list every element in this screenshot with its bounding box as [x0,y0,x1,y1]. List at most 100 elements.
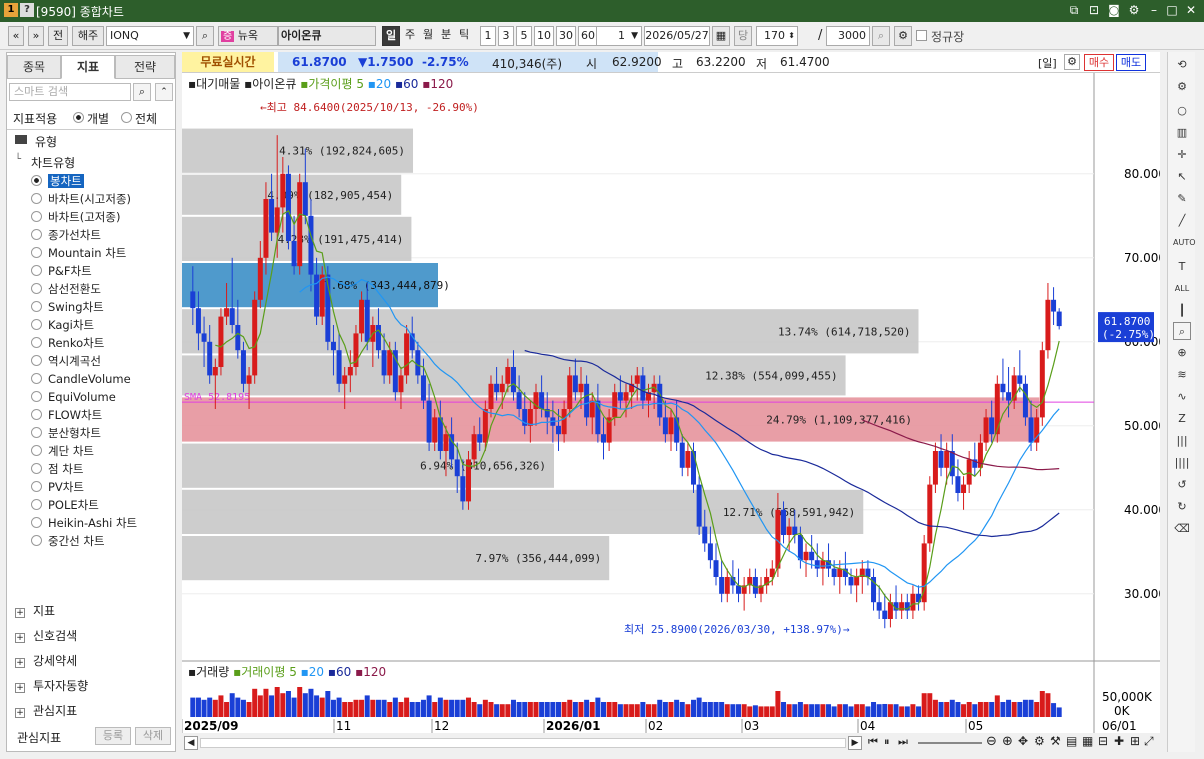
period-daily-button[interactable]: 일 [382,26,400,46]
help-icon[interactable]: ? [20,3,34,17]
search-icon[interactable]: ⌕ [196,26,214,46]
pause-icon[interactable]: ⏸ [884,735,890,749]
chart-type-item[interactable]: 종가선차트 [31,226,101,244]
bar-chart-icon[interactable]: ▥ [1173,124,1191,142]
smart-search-input[interactable]: 스마트 검색 [9,83,131,101]
window-pin-icon[interactable]: ⊡ [1086,2,1102,18]
apply-all-radio[interactable] [121,112,132,123]
zoom-icon[interactable]: ⌕ [1173,322,1191,340]
gear-icon[interactable]: ⚙ [1034,734,1045,748]
undo-icon[interactable]: ↺ [1173,476,1191,494]
pen-icon[interactable]: ✎ [1173,190,1191,208]
settings-icon[interactable]: ⚙ [1126,2,1142,18]
radio-icon[interactable] [31,463,42,474]
dang-button[interactable]: 당 [734,26,752,46]
chart-type-item[interactable]: FLOW차트 [31,406,102,424]
market-button[interactable]: 해주 [72,26,104,46]
group-indicator[interactable]: + 지표 [15,602,55,619]
radio-icon[interactable] [31,427,42,438]
search-icon[interactable]: ⌕ [133,83,151,101]
nav-prev-button[interactable]: « [8,26,24,46]
group-strength[interactable]: + 강세약세 [15,652,77,669]
tab-indicator[interactable]: 지표 [61,55,115,79]
radio-icon[interactable] [31,535,42,546]
radio-icon[interactable] [31,373,42,384]
radio-icon[interactable] [31,247,42,258]
scroll-left-icon[interactable]: ◀ [184,736,198,750]
camera-icon[interactable]: ◙ [1106,2,1122,18]
expand-icon[interactable]: + [15,608,25,618]
chart-type-item[interactable]: Renko차트 [31,334,104,352]
chart-type-item[interactable]: 역시계곡선 [31,352,101,370]
calendar-icon[interactable]: ▦ [712,26,730,46]
chart-type-item[interactable]: Heikin-Ashi 차트 [31,514,137,532]
interval-select[interactable]: 1 ▼ [596,26,642,46]
chart-type-item[interactable]: PV차트 [31,478,84,496]
apply-individual-radio[interactable] [73,112,84,123]
chart-type-title[interactable]: 차트유형 [31,154,75,171]
register-button[interactable]: 등록 [95,727,131,745]
tab-strategy[interactable]: 전략 [115,55,175,79]
chart-type-item[interactable]: 계단 차트 [31,442,94,460]
radio-icon[interactable] [31,193,42,204]
expand-icon[interactable]: + [15,658,25,668]
expand-icon[interactable]: + [15,633,25,643]
period-weekly-button[interactable]: 주 [402,26,418,46]
radio-icon[interactable] [31,265,42,276]
bars2-icon[interactable]: |||| [1173,454,1191,472]
move-icon[interactable]: ✥ [1018,734,1028,748]
expand-icon[interactable]: + [15,683,25,693]
regular-session-checkbox[interactable] [916,30,927,41]
search-add-icon[interactable]: ⌕ [872,26,890,46]
period-monthly-button[interactable]: 월 [420,26,436,46]
jeon-button[interactable]: 전 [48,26,68,46]
all-icon[interactable]: ALL [1173,280,1191,298]
sell-button[interactable]: 매도 [1116,54,1146,71]
bars-icon[interactable]: ||| [1173,432,1191,450]
interval-5-button[interactable]: 5 [516,26,532,46]
radio-icon[interactable] [31,319,42,330]
chart-area[interactable]: 80.000070.000060.000050.000040.000030.00… [181,73,1174,733]
date-input[interactable]: 2026/05/27 [644,26,710,46]
maximize-icon[interactable]: □ [1164,2,1180,18]
count-input[interactable]: 170 ⬍ [756,26,798,46]
line-icon[interactable]: ╱ [1173,212,1191,230]
chevron-down-icon[interactable]: ▼ [183,27,190,45]
layout-icon[interactable]: ▤ [1066,734,1077,748]
chart-type-item[interactable]: Kagi차트 [31,316,94,334]
refresh-icon[interactable]: ⟲ [1173,56,1191,74]
chart-type-item[interactable]: CandleVolume [31,370,131,388]
chart-type-item[interactable]: Swing차트 [31,298,104,316]
zoom-slider[interactable] [918,742,982,744]
radio-icon[interactable] [31,391,42,402]
interval-3-button[interactable]: 3 [498,26,514,46]
radio-icon[interactable] [31,409,42,420]
circle-icon[interactable]: ○ [1173,102,1191,120]
scroll-track[interactable] [200,738,846,748]
group-signal[interactable]: + 신호검색 [15,627,77,644]
window-link-icon[interactable]: ⧉ [1066,2,1082,18]
last-icon[interactable]: ⏭ [898,735,908,749]
interval-30-button[interactable]: 30 [556,26,576,46]
z-icon[interactable]: Z [1173,410,1191,428]
nav-next-button[interactable]: » [28,26,44,46]
radio-icon[interactable] [31,499,42,510]
radio-icon[interactable] [31,283,42,294]
zoom-out-icon[interactable]: ⊖ [986,734,997,749]
radio-icon[interactable] [31,481,42,492]
news-badge[interactable]: 증 뉴옥 [218,26,278,46]
chart-type-item[interactable]: POLE차트 [31,496,99,514]
period-tick-button[interactable]: 틱 [456,26,472,46]
radio-icon[interactable] [31,517,42,528]
expand-icon[interactable]: ⤢ [1144,734,1154,749]
radio-icon[interactable] [31,175,42,186]
group-favorite[interactable]: + 관심지표 [15,702,77,719]
interval-10-button[interactable]: 10 [534,26,554,46]
chart-type-item[interactable]: EquiVolume [31,388,116,406]
first-icon[interactable]: ⏮ [868,735,878,749]
radio-icon[interactable] [31,301,42,312]
spin-icon[interactable]: ⬍ [788,27,795,45]
gear-icon[interactable]: ⚙ [894,26,912,46]
auto-line-icon[interactable]: AUTO [1173,234,1196,252]
total-input[interactable]: 3000 [826,26,870,46]
